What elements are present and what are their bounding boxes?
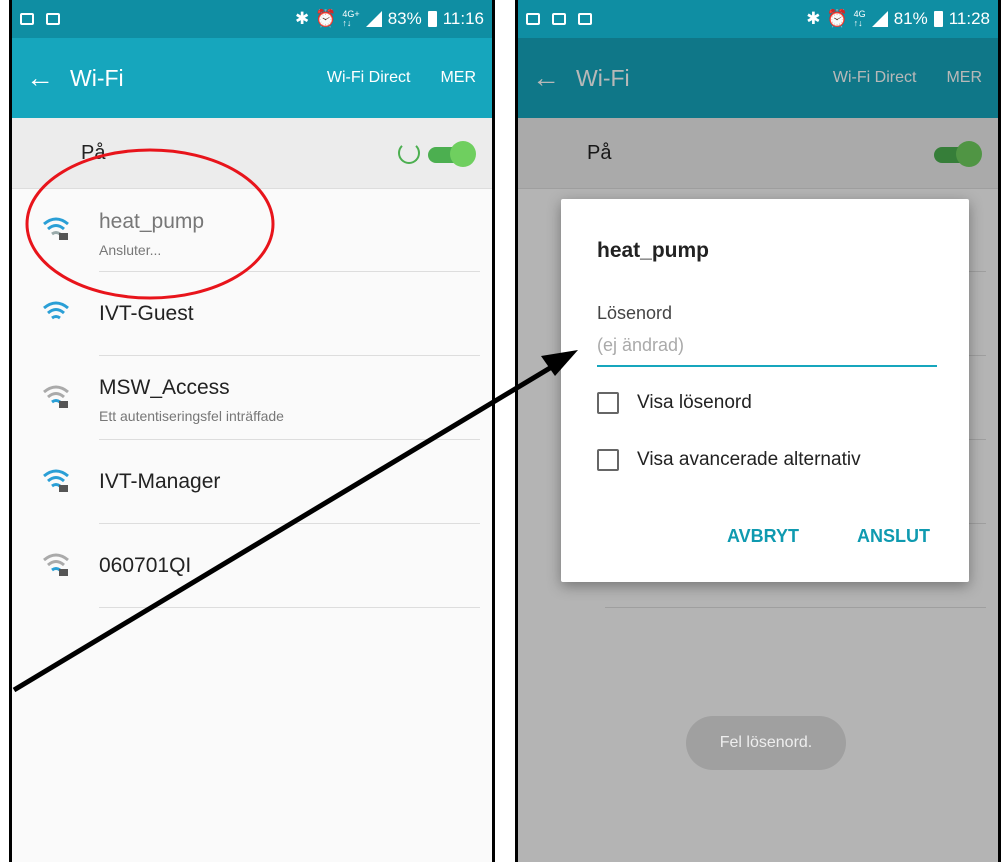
battery-percent: 81% [893, 9, 928, 28]
network-item-heat-pump[interactable]: heat_pump Ansluter... [12, 188, 492, 272]
page-title: Wi-Fi [70, 64, 124, 91]
clock: 11:28 [948, 9, 990, 28]
cancel-button[interactable]: AVBRYT [727, 526, 799, 547]
error-toast: Fel lösenord. [686, 716, 846, 770]
network-item-ivt-manager[interactable]: IVT-Manager [12, 440, 492, 524]
status-bar: ✱ ⏰ 4G ↑↓ 81% 11:28 [518, 0, 998, 38]
battery-percent: 83% [387, 9, 422, 28]
phone-screenshot-left: ✱ ⏰ 4G+ ↑↓ 83% 11:16 ← Wi-Fi Wi-Fi Direc… [9, 0, 495, 862]
connect-button[interactable]: ANSLUT [857, 526, 930, 547]
network-list: heat_pump Ansluter... IVT-Guest MSW_Acce… [12, 188, 492, 608]
clock: 11:16 [442, 9, 484, 28]
back-arrow-icon[interactable]: ← [26, 62, 56, 94]
mail-notification-icon [526, 13, 540, 25]
bluetooth-icon: ✱ [806, 9, 821, 28]
screenshot-notification-icon [552, 13, 566, 25]
show-advanced-label: Visa avancerade alternativ [637, 449, 861, 470]
network-arrows: ↑↓ [853, 18, 863, 28]
network-status: Ansluter... [99, 242, 162, 258]
wifi-secured-icon [43, 385, 69, 408]
password-label: Lösenord [597, 303, 673, 323]
show-password-label: Visa lösenord [637, 392, 752, 413]
wifi-secured-icon [43, 469, 69, 492]
dialog-title: heat_pump [597, 239, 710, 262]
network-arrows: ↑↓ [342, 18, 352, 28]
show-advanced-checkbox[interactable] [597, 449, 619, 471]
signal-icon [871, 11, 888, 27]
alarm-icon: ⏰ [315, 9, 337, 28]
network-status: Ett autentiseringsfel inträffade [99, 408, 284, 424]
wifi-toggle-label: På [81, 141, 106, 164]
wifi-open-icon [43, 301, 69, 320]
more-button[interactable]: MER [440, 69, 476, 87]
password-field[interactable] [597, 325, 937, 367]
wifi-secured-icon [43, 217, 69, 240]
battery-icon [933, 11, 943, 27]
app-bar: ← Wi-Fi Wi-Fi Direct MER [12, 38, 492, 118]
network-name: IVT-Manager [99, 470, 221, 493]
scanning-spinner-icon [398, 142, 420, 164]
show-password-option[interactable]: Visa lösenord [597, 392, 752, 414]
phone-screenshot-right: ✱ ⏰ 4G ↑↓ 81% 11:28 ← Wi-Fi Wi-Fi Direct… [515, 0, 1001, 862]
network-name: IVT-Guest [99, 302, 194, 325]
network-item-msw-access[interactable]: MSW_Access Ett autentiseringsfel inträff… [12, 356, 492, 440]
wifi-toggle-switch[interactable] [428, 141, 476, 167]
battery-icon [427, 11, 437, 27]
wifi-toggle-row[interactable]: På [12, 118, 492, 189]
status-bar: ✱ ⏰ 4G+ ↑↓ 83% 11:16 [12, 0, 492, 38]
network-name: MSW_Access [99, 376, 230, 399]
network-item-ivt-guest[interactable]: IVT-Guest [12, 272, 492, 356]
wifi-direct-button[interactable]: Wi-Fi Direct [327, 69, 411, 87]
screenshot-notification-icon [46, 13, 60, 25]
gallery-notification-icon [578, 13, 592, 25]
wifi-password-dialog: heat_pump Lösenord Visa lösenord Visa av… [561, 199, 969, 582]
bluetooth-icon: ✱ [295, 9, 310, 28]
network-item-060701qi[interactable]: 060701QI [12, 524, 492, 608]
gallery-notification-icon [20, 13, 34, 25]
network-name: 060701QI [99, 554, 192, 577]
show-password-checkbox[interactable] [597, 392, 619, 414]
network-name: heat_pump [99, 210, 205, 233]
wifi-secured-icon [43, 553, 69, 576]
signal-icon [365, 11, 382, 27]
alarm-icon: ⏰ [826, 9, 848, 28]
show-advanced-option[interactable]: Visa avancerade alternativ [597, 449, 861, 471]
